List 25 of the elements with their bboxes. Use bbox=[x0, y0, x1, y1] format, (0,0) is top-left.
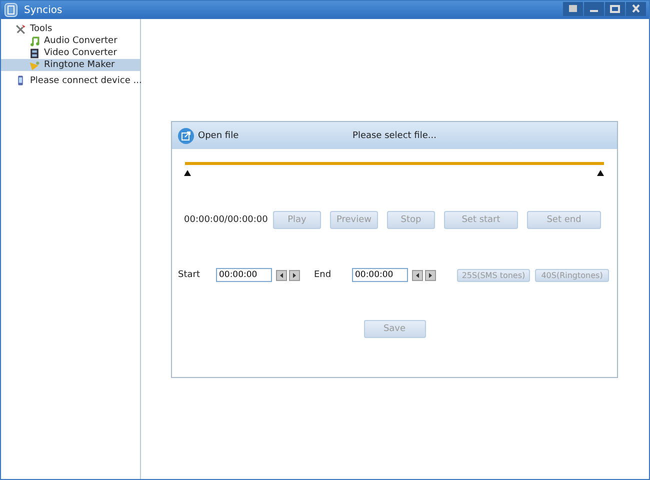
time-display: 00:00:00/00:00:00 bbox=[184, 215, 269, 225]
start-label: Start bbox=[178, 270, 201, 280]
music-note-icon bbox=[29, 36, 40, 46]
film-icon bbox=[29, 48, 40, 58]
sidebar-item[interactable]: Tools bbox=[1, 23, 140, 35]
open-file-button[interactable]: Open file bbox=[178, 128, 239, 144]
start-marker-icon[interactable] bbox=[184, 170, 191, 176]
start-time-field[interactable]: 00:00:00 bbox=[216, 268, 272, 282]
window-title: Syncios bbox=[24, 4, 62, 16]
sidebar-item[interactable]: Video Converter bbox=[1, 47, 140, 59]
sidebar-item[interactable]: Please connect device ... bbox=[1, 74, 140, 87]
sidebar-item[interactable]: Ringtone Maker bbox=[1, 59, 140, 71]
end-label: End bbox=[314, 270, 332, 280]
end-time-field[interactable]: 00:00:00 bbox=[352, 268, 408, 282]
open-file-icon bbox=[178, 128, 194, 144]
close-icon[interactable] bbox=[626, 2, 646, 16]
end-marker-icon[interactable] bbox=[597, 170, 604, 176]
maximize-icon[interactable] bbox=[605, 2, 625, 16]
sidebar-item[interactable]: Audio Converter bbox=[1, 35, 140, 47]
minimize-icon[interactable] bbox=[584, 2, 604, 16]
progress-track[interactable] bbox=[185, 162, 604, 165]
tools-icon bbox=[15, 24, 26, 34]
file-status: Please select file... bbox=[352, 130, 436, 140]
phone-icon bbox=[15, 75, 26, 86]
phone-logo-icon bbox=[4, 3, 18, 17]
